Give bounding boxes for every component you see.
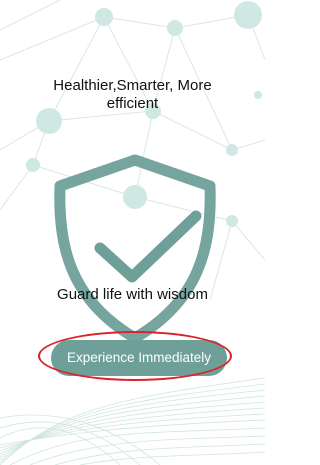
tagline-text: Guard life with wisdom — [57, 286, 208, 303]
experience-immediately-button[interactable]: Experience Immediately — [51, 340, 227, 376]
wave-decoration — [0, 377, 265, 465]
shield-check-icon — [54, 154, 216, 344]
headline-text: Healthier,Smarter, More efficient — [53, 77, 212, 112]
splash-screen: Healthier,Smarter, More efficient Guard … — [0, 0, 265, 465]
